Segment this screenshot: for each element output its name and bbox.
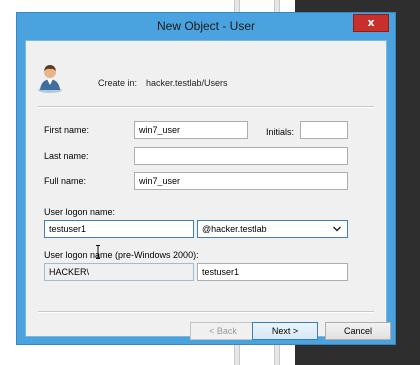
separator [38, 311, 374, 313]
chevron-down-icon [333, 226, 341, 232]
next-button[interactable]: Next > [252, 322, 318, 340]
title-bar[interactable]: New Object - User x [17, 13, 395, 40]
logon-name-label: User logon name: [44, 207, 116, 217]
pre2000-domain-input[interactable] [44, 263, 194, 281]
pre2000-label: User logon name (pre-Windows 2000): [44, 250, 199, 260]
initials-input[interactable] [300, 121, 348, 139]
last-name-input[interactable] [134, 147, 348, 165]
first-name-label: First name: [44, 125, 90, 135]
first-name-input[interactable] [134, 121, 248, 139]
cancel-button[interactable]: Cancel [325, 322, 391, 340]
separator [38, 106, 374, 108]
full-name-input[interactable] [134, 172, 348, 190]
initials-label: Initials: [266, 127, 295, 137]
create-in-label: Create in: [98, 78, 138, 88]
full-name-label: Full name: [44, 176, 87, 186]
upn-suffix-value: @hacker.testlab [202, 224, 267, 234]
create-in-path: hacker.testlab/Users [146, 78, 228, 88]
last-name-label: Last name: [44, 151, 89, 161]
logon-name-input[interactable] [44, 220, 194, 238]
dialog-body: Create in: hacker.testlab/Users First na… [25, 40, 391, 340]
new-object-user-dialog: New Object - User x Create in: hacker.te… [16, 12, 396, 345]
upn-suffix-select[interactable]: @hacker.testlab [197, 220, 348, 238]
close-button[interactable]: x [353, 14, 389, 32]
back-button[interactable]: < Back [190, 322, 256, 340]
window-title: New Object - User [156, 19, 256, 33]
text-cursor-icon [96, 245, 100, 259]
pre2000-logon-input[interactable] [197, 263, 348, 281]
user-icon [38, 65, 62, 93]
close-icon: x [367, 16, 375, 29]
